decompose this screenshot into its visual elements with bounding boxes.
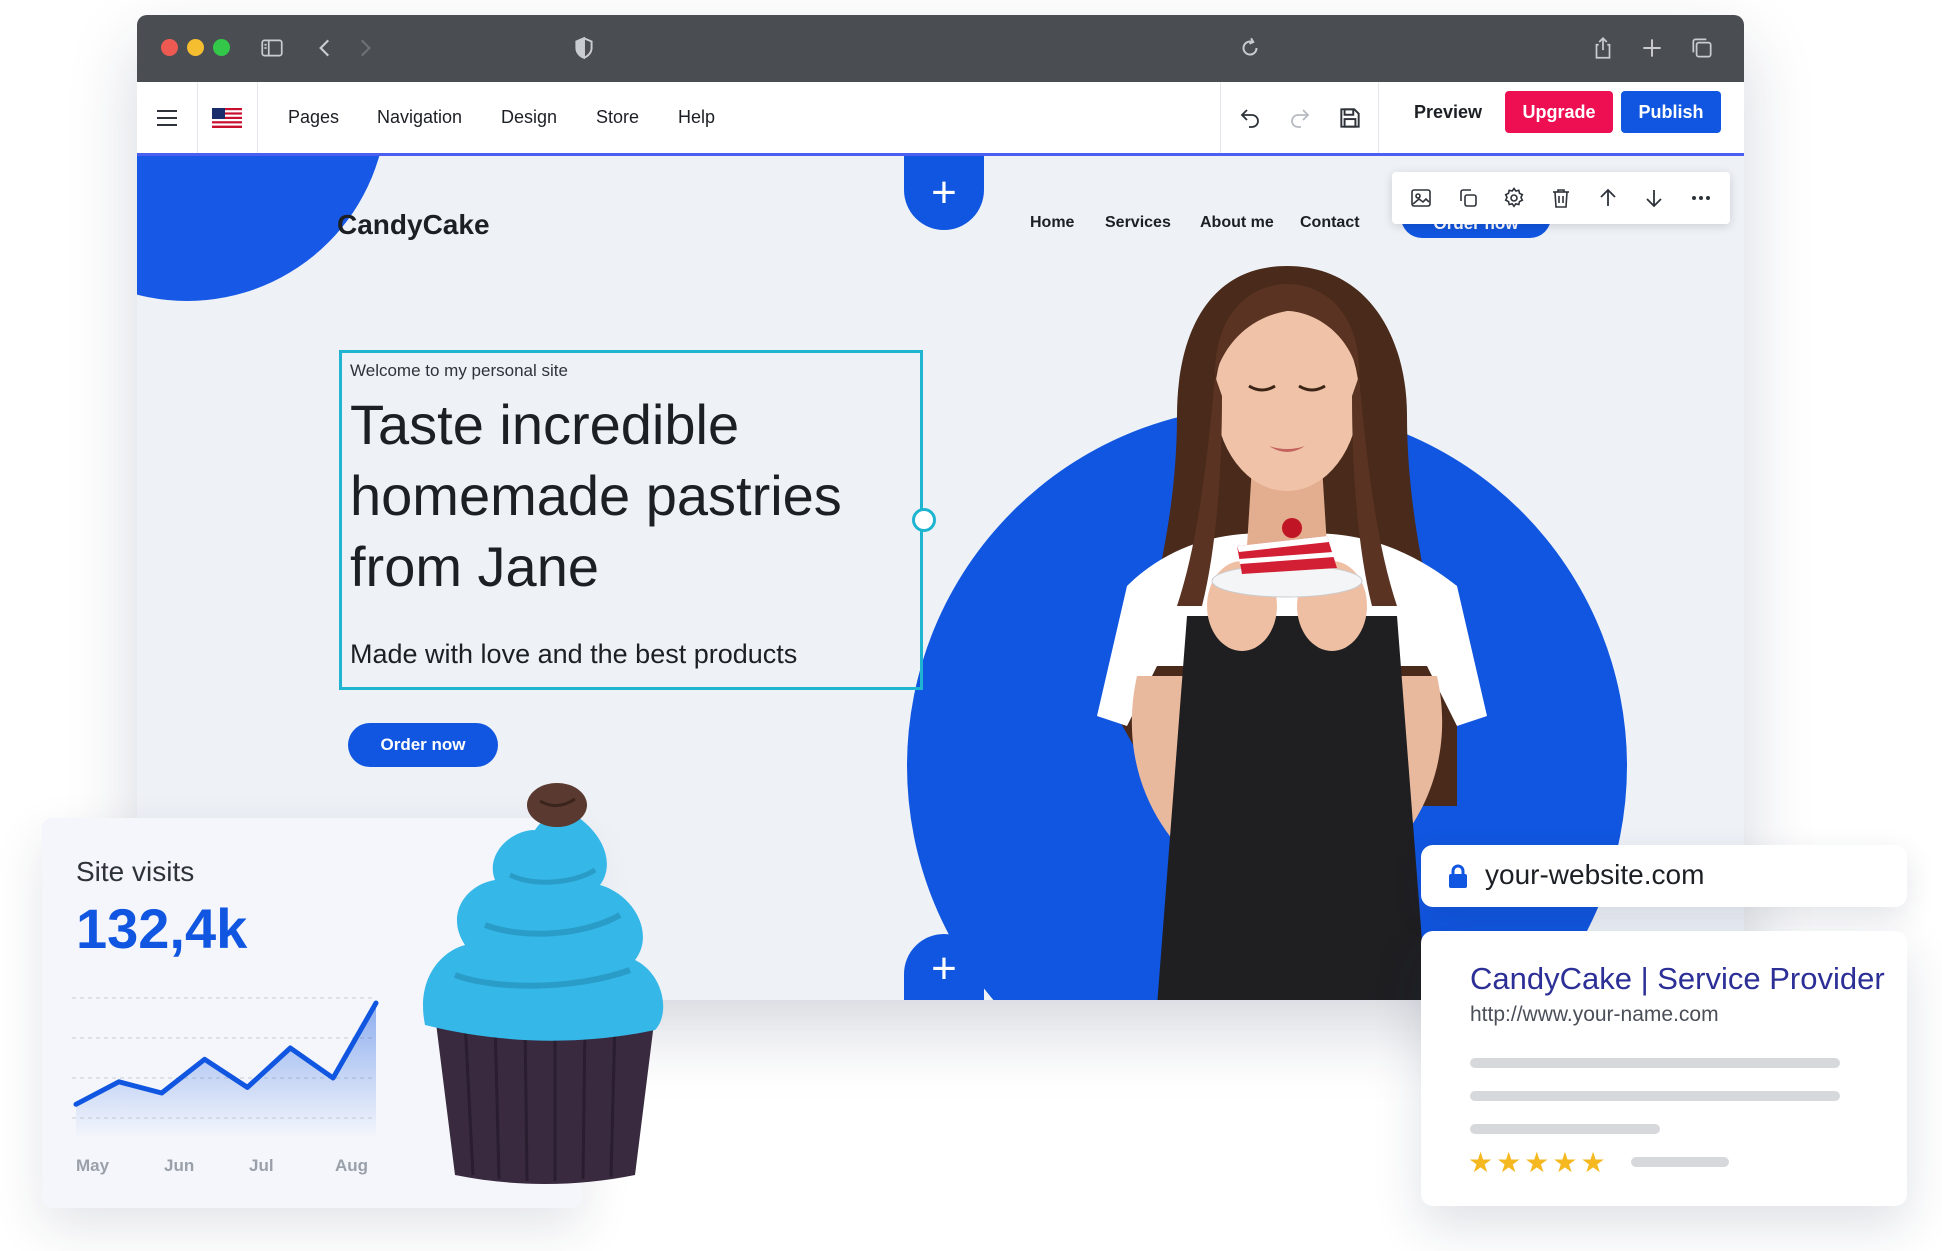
site-nav-about[interactable]: About me xyxy=(1200,214,1274,232)
minimize-window-button[interactable] xyxy=(187,39,204,56)
more-options-icon[interactable] xyxy=(1686,183,1716,213)
forward-icon[interactable] xyxy=(350,33,380,63)
site-nav-services[interactable]: Services xyxy=(1105,214,1171,232)
undo-icon[interactable] xyxy=(1227,82,1273,153)
hero-headline: Taste incredible homemade pastries from … xyxy=(350,393,842,598)
website-url: your-website.com xyxy=(1485,859,1705,890)
upgrade-button[interactable]: Upgrade xyxy=(1505,91,1613,133)
menu-pages[interactable]: Pages xyxy=(288,82,339,153)
trash-icon[interactable] xyxy=(1546,183,1576,213)
site-nav-contact[interactable]: Contact xyxy=(1300,214,1360,232)
selected-text-block[interactable]: Welcome to my personal site Taste incred… xyxy=(339,350,936,690)
back-icon[interactable] xyxy=(310,33,340,63)
chart-month-label: Jul xyxy=(249,1156,274,1175)
tabs-overview-icon[interactable] xyxy=(1687,33,1717,63)
site-visits-value: 132,4k xyxy=(76,897,248,960)
new-tab-icon[interactable] xyxy=(1637,33,1667,63)
search-result-url: http://www.your-name.com xyxy=(1470,1003,1719,1026)
editor-toolbar: Pages Navigation Design Store Help Previ… xyxy=(137,82,1744,156)
menu-help[interactable]: Help xyxy=(678,82,715,153)
move-down-arrow-icon[interactable] xyxy=(1639,183,1669,213)
block-toolbar xyxy=(1392,172,1730,224)
menu-store[interactable]: Store xyxy=(596,82,639,153)
sidebar-toggle-icon[interactable] xyxy=(257,33,287,63)
placeholder-line xyxy=(1470,1058,1840,1068)
divider xyxy=(257,82,258,153)
site-visits-title: Site visits xyxy=(76,856,195,887)
star-icon: ★ xyxy=(1552,1147,1578,1178)
star-icon: ★ xyxy=(1496,1147,1522,1178)
duplicate-icon[interactable] xyxy=(1453,183,1483,213)
star-icon: ★ xyxy=(1524,1147,1550,1178)
chart-month-label: May xyxy=(76,1156,110,1175)
save-icon[interactable] xyxy=(1327,82,1373,153)
divider xyxy=(1378,82,1379,153)
share-icon[interactable] xyxy=(1588,33,1618,63)
placeholder-line xyxy=(1470,1091,1840,1101)
hamburger-menu-icon[interactable] xyxy=(137,82,197,153)
resize-handle[interactable] xyxy=(912,508,936,532)
rating-stars: ★ ★ ★ ★ ★ xyxy=(1468,1149,1606,1177)
browser-titlebar xyxy=(137,15,1744,82)
hero-eyebrow: Welcome to my personal site xyxy=(350,361,568,380)
preview-button[interactable]: Preview xyxy=(1398,91,1498,133)
language-flag-icon[interactable] xyxy=(197,82,257,153)
hero-order-button[interactable]: Order now xyxy=(348,723,498,767)
publish-button[interactable]: Publish xyxy=(1621,91,1721,133)
url-card: your-website.com xyxy=(1421,845,1907,907)
chart-month-label: Jun xyxy=(164,1156,195,1175)
move-up-arrow-icon[interactable] xyxy=(1593,183,1623,213)
divider xyxy=(1220,82,1221,153)
image-icon[interactable] xyxy=(1406,183,1436,213)
menu-navigation[interactable]: Navigation xyxy=(377,82,462,153)
hero-subheadline: Made with love and the best products xyxy=(350,639,798,669)
add-section-above-button[interactable]: + xyxy=(904,156,984,230)
search-result-card: CandyCake | Service Provider http://www.… xyxy=(1421,931,1907,1206)
close-window-button[interactable] xyxy=(161,39,178,56)
maximize-window-button[interactable] xyxy=(213,39,230,56)
reload-icon[interactable] xyxy=(1235,33,1265,63)
shield-icon[interactable] xyxy=(569,33,599,63)
site-logo[interactable]: CandyCake xyxy=(337,209,490,241)
site-nav-home[interactable]: Home xyxy=(1030,214,1074,232)
chart-month-label: Aug xyxy=(335,1156,369,1175)
settings-gear-icon[interactable] xyxy=(1499,183,1529,213)
star-icon: ★ xyxy=(1580,1147,1606,1178)
cupcake-image xyxy=(423,783,664,1184)
placeholder-line xyxy=(1470,1124,1660,1134)
placeholder-line xyxy=(1631,1157,1729,1167)
redo-icon[interactable] xyxy=(1277,82,1323,153)
star-icon: ★ xyxy=(1468,1147,1494,1178)
site-visits-chart xyxy=(72,997,379,1138)
menu-design[interactable]: Design xyxy=(501,82,557,153)
lock-icon xyxy=(1449,864,1467,888)
search-result-title[interactable]: CandyCake | Service Provider xyxy=(1470,961,1885,997)
